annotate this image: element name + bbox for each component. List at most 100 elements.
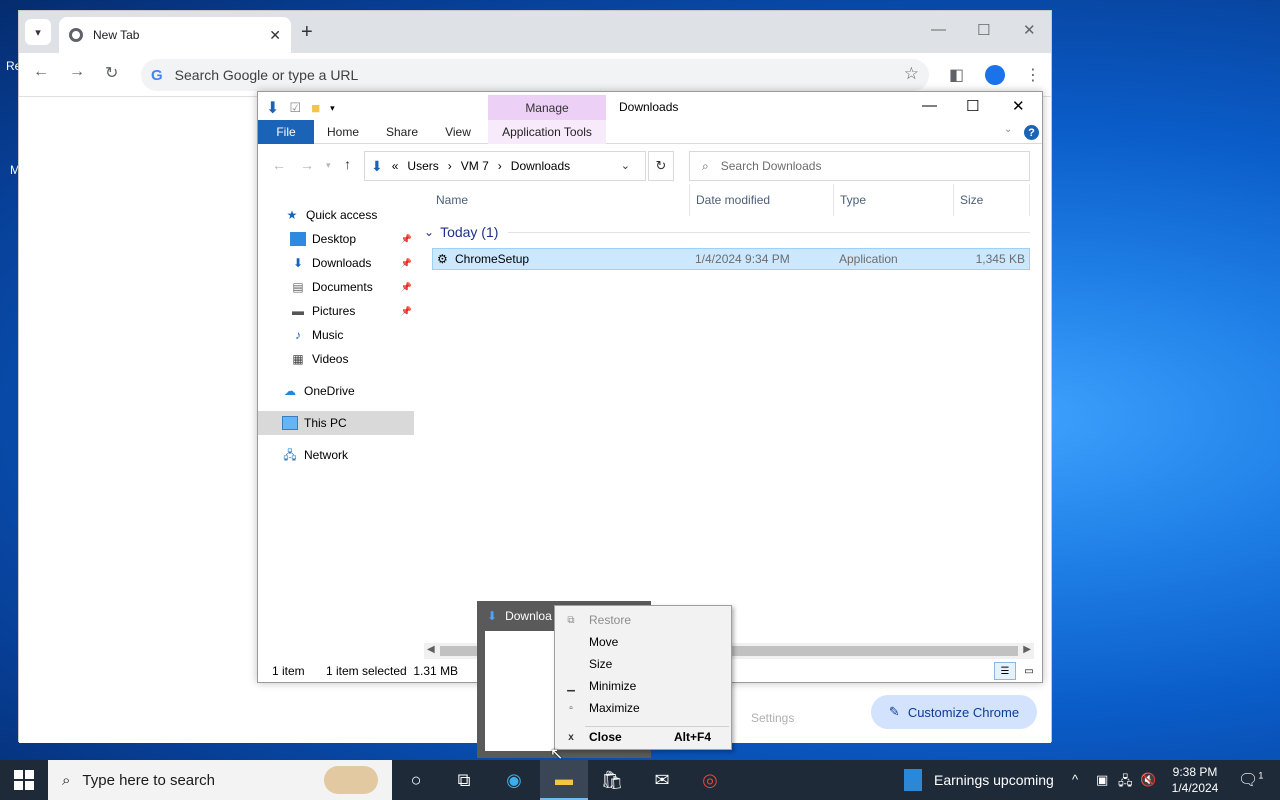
ribbon-tab-file[interactable]: File [258, 120, 314, 144]
breadcrumb-overflow[interactable]: « [392, 159, 399, 173]
column-header-size[interactable]: Size [954, 184, 1030, 216]
ribbon-tab-share[interactable]: Share [376, 120, 428, 144]
pin-icon[interactable]: 📌 [401, 234, 412, 245]
nav-item-onedrive[interactable]: ☁ OneDrive [258, 379, 414, 403]
store-icon[interactable]: 🛍 [588, 760, 636, 800]
ribbon-tab-view[interactable]: View [434, 120, 482, 144]
column-header-name[interactable]: Name [430, 184, 690, 216]
nav-item-desktop[interactable]: Desktop 📌 [258, 227, 414, 251]
properties-icon[interactable]: ☑ [289, 100, 301, 116]
file-explorer-window: ⬇ ☑ ■ ▾ Manage Downloads — ☐ ✕ File Home… [257, 91, 1043, 683]
nav-item-downloads[interactable]: ⬇ Downloads 📌 [258, 251, 414, 275]
search-input[interactable]: ⌕ Search Downloads [689, 151, 1030, 181]
notification-center-icon[interactable]: 🗨1 [1238, 770, 1263, 790]
pin-icon[interactable]: 📌 [401, 306, 412, 317]
chrome-favicon-icon [69, 28, 83, 42]
ribbon-tab-home[interactable]: Home [318, 120, 368, 144]
search-highlight-image [324, 766, 378, 794]
tab-new-tab[interactable]: New Tab ✕ [59, 17, 291, 53]
system-clock[interactable]: 9:38 PM 1/4/2024 [1160, 764, 1230, 796]
tab-search-button[interactable]: ▾ [25, 19, 51, 45]
nav-item-music[interactable]: ♪ Music [258, 323, 414, 347]
refresh-button[interactable]: ↻ [648, 151, 674, 181]
nav-item-network[interactable]: 🖧 Network [258, 443, 414, 467]
document-icon: ▤ [292, 280, 304, 294]
details-view-icon[interactable]: ☰ [994, 662, 1016, 680]
recent-locations-icon[interactable]: ▾ [326, 160, 331, 171]
customize-chrome-button[interactable]: ✎ Customize Chrome [871, 695, 1037, 729]
thumbnail-title-row: ⬇ Downloa [487, 609, 552, 623]
profile-avatar-icon[interactable] [985, 65, 1005, 85]
edge-icon[interactable]: ◉ [490, 760, 538, 800]
side-panel-icon[interactable]: ◧ [949, 65, 964, 85]
more-menu-icon[interactable]: ⋮ [1025, 65, 1041, 85]
task-view-icon[interactable]: ⧉ [440, 760, 488, 800]
ribbon-tab-application-tools[interactable]: Application Tools [488, 120, 606, 144]
nav-item-videos[interactable]: ▦ Videos [258, 347, 414, 371]
meet-now-icon[interactable]: ▣ [1096, 772, 1108, 788]
close-tab-icon[interactable]: ✕ [269, 27, 281, 44]
selection-info: 1 item selected 1.31 MB [326, 664, 459, 678]
bookmark-star-icon[interactable]: ☆ [904, 64, 919, 84]
menu-item-minimize[interactable]: ▁ Minimize [555, 675, 731, 697]
news-widget[interactable]: Earnings upcoming [904, 760, 1054, 800]
network-icon[interactable]: 🖧 [1118, 772, 1133, 794]
menu-item-close[interactable]: x Close Alt+F4 [555, 726, 731, 748]
file-explorer-icon[interactable]: ▬ [540, 760, 588, 800]
pin-icon[interactable]: 📌 [401, 282, 412, 293]
new-tab-button[interactable]: + [301, 22, 313, 42]
forward-icon[interactable]: → [69, 63, 85, 81]
breadcrumb-separator[interactable]: › [498, 159, 502, 173]
nav-item-documents[interactable]: ▤ Documents 📌 [258, 275, 414, 299]
customize-qat-icon[interactable]: ▾ [330, 103, 335, 114]
volume-muted-icon[interactable]: 🔇 [1140, 772, 1156, 788]
forward-icon[interactable]: → [300, 157, 314, 173]
file-row-chromesetup[interactable]: ⚙ ChromeSetup 1/4/2024 9:34 PM Applicati… [432, 248, 1030, 270]
breadcrumb-users[interactable]: Users [407, 159, 438, 173]
maximize-icon[interactable]: ☐ [966, 97, 979, 115]
minimize-icon[interactable]: — [931, 21, 946, 38]
pin-icon[interactable]: 📌 [401, 258, 412, 269]
back-icon[interactable]: ← [33, 63, 49, 81]
help-icon[interactable]: ? [1024, 125, 1039, 140]
chrome-icon[interactable]: ◎ [686, 760, 734, 800]
close-icon[interactable]: ✕ [1023, 21, 1036, 39]
close-icon[interactable]: ✕ [1012, 97, 1025, 115]
news-icon [904, 769, 922, 791]
nav-item-pictures[interactable]: ▬ Pictures 📌 [258, 299, 414, 323]
taskbar-search-input[interactable]: ⌕ Type here to search [48, 760, 392, 800]
taskbar: ⌕ Type here to search ○ ⧉ ◉ ▬ 🛍 ✉ ◎ Earn… [0, 760, 1280, 800]
breadcrumb-downloads[interactable]: Downloads [511, 159, 570, 173]
up-arrow-icon[interactable]: ↑ [344, 156, 351, 172]
column-header-date-modified[interactable]: Date modified [690, 184, 834, 216]
mail-icon[interactable]: ✉ [638, 760, 686, 800]
menu-item-maximize[interactable]: ▫ Maximize [555, 697, 731, 719]
refresh-icon: ↻ [655, 158, 667, 173]
menu-item-move[interactable]: Move [555, 631, 731, 653]
nav-item-quick-access[interactable]: ★ Quick access [258, 203, 414, 227]
new-folder-icon[interactable]: ■ [311, 100, 320, 117]
group-header-today[interactable]: ⌄ Today (1) [424, 222, 1030, 242]
address-bar[interactable]: ⬇ « Users › VM 7 › Downloads ⌄ [364, 151, 646, 181]
column-header-type[interactable]: Type [834, 184, 954, 216]
nav-item-this-pc[interactable]: This PC [258, 411, 414, 435]
omnibox[interactable]: G Search Google or type a URL ☆ [141, 59, 929, 91]
breadcrumb-separator[interactable]: › [448, 159, 452, 173]
reload-icon[interactable]: ↻ [105, 63, 118, 83]
cortana-icon[interactable]: ○ [392, 760, 440, 800]
chevron-down-icon[interactable]: ⌄ [1004, 124, 1012, 135]
back-icon[interactable]: ← [272, 157, 286, 173]
scroll-left-icon[interactable]: ◀ [427, 644, 435, 655]
menu-item-size[interactable]: Size [555, 653, 731, 675]
menu-item-restore[interactable]: ⧉ Restore [555, 609, 731, 631]
windows-start-icon[interactable] [14, 770, 34, 790]
maximize-icon[interactable]: ☐ [977, 21, 990, 39]
minimize-icon[interactable]: — [922, 97, 937, 114]
download-arrow-icon: ⬇ [292, 256, 304, 270]
breadcrumb-vm7[interactable]: VM 7 [461, 159, 489, 173]
scroll-right-icon[interactable]: ▶ [1023, 644, 1031, 655]
large-icons-view-icon[interactable]: ▭ [1018, 662, 1040, 680]
chevron-down-icon[interactable]: ⌄ [621, 159, 630, 172]
show-hidden-icons-icon[interactable]: ^ [1072, 772, 1078, 787]
settings-button[interactable]: Settings [751, 711, 794, 725]
